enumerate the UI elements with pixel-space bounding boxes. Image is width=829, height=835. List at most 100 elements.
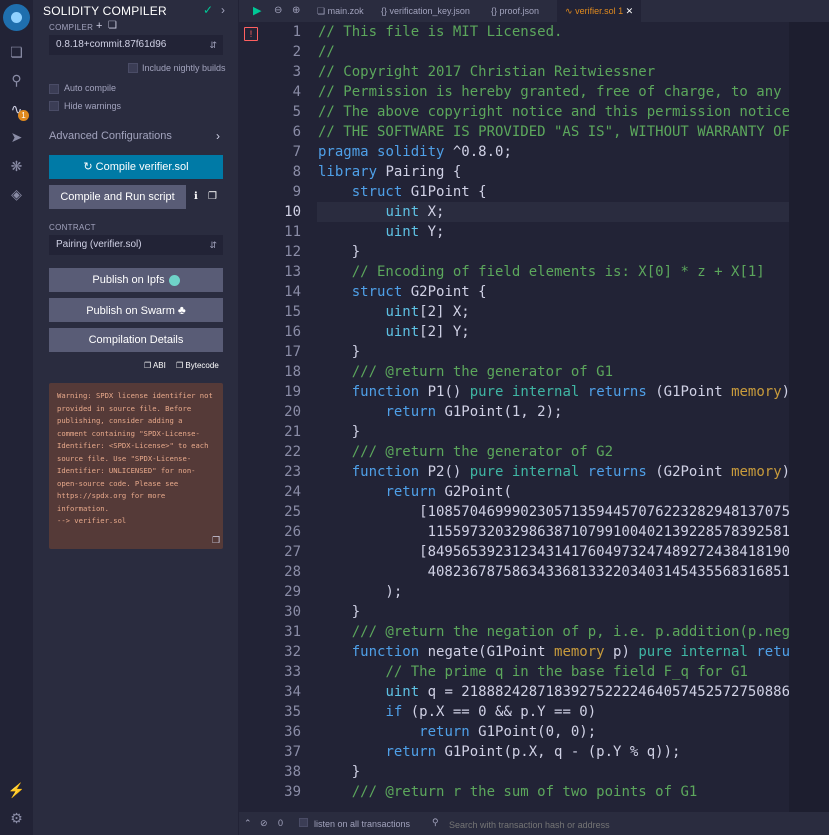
publish-ipfs-button[interactable]: Publish on Ipfs — [49, 268, 223, 292]
code-line[interactable]: 5 // The above copyright notice and this … — [239, 102, 789, 122]
compiler-version-value: 0.8.18+commit.87f61d96 — [56, 39, 167, 50]
plugin-icon[interactable]: ◈ — [0, 184, 33, 204]
code-line[interactable]: 3 // Copyright 2017 Christian Reitwiessne… — [239, 62, 789, 82]
run-icon[interactable]: ▶ — [253, 0, 261, 22]
abi-copy-button[interactable]: ❐ ABI — [144, 361, 166, 370]
code-line[interactable]: 13 // Encoding of field elements is: X[0… — [239, 262, 789, 282]
code-line[interactable]: 39 /// @return r the sum of two points o… — [239, 782, 789, 802]
remix-logo[interactable] — [3, 4, 30, 31]
hide-warnings-label: Hide warnings — [64, 101, 122, 111]
plugin-manager-icon[interactable]: ⚡ — [0, 780, 33, 800]
code-line[interactable]: 27 [849565392312343141760497324748927243… — [239, 542, 789, 562]
code-line[interactable]: 24 return G2Point( — [239, 482, 789, 502]
copy-icon[interactable]: ❐ — [212, 535, 220, 546]
select-arrows-icon: ⇵ — [209, 240, 217, 250]
code-line[interactable]: 28 4082367875863433681332203403145435568… — [239, 562, 789, 582]
code-line[interactable]: 15 uint[2] X; — [239, 302, 789, 322]
tab-proof[interactable]: {} proof.json — [485, 0, 545, 22]
code-line[interactable]: 11 uint Y; — [239, 222, 789, 242]
auto-compile-checkbox[interactable] — [49, 84, 59, 94]
listen-checkbox[interactable] — [299, 818, 308, 827]
bytecode-copy-button[interactable]: ❐ Bytecode — [176, 361, 219, 370]
code-line[interactable]: 37 return G1Point(p.X, q - (p.Y % q)); — [239, 742, 789, 762]
code-text: if (p.X == 0 && p.Y == 0) — [385, 704, 597, 720]
code-line[interactable]: 19 function P1() pure internal returns (… — [239, 382, 789, 402]
add-compiler-icon[interactable]: + — [96, 20, 103, 32]
code-text: return G1Point(p.X, q - (p.Y % q)); — [385, 744, 681, 760]
advanced-configurations-toggle[interactable]: Advanced Configurations — [49, 130, 172, 142]
contract-value: Pairing (verifier.sol) — [56, 239, 142, 250]
file-explorer-icon[interactable]: ❏ — [0, 42, 33, 62]
code-line[interactable]: 14 struct G2Point { — [239, 282, 789, 302]
code-text: struct G2Point { — [351, 284, 487, 300]
code-line[interactable]: 29 ); — [239, 582, 789, 602]
code-text: ); — [318, 584, 403, 600]
swarm-icon: ♣ — [177, 303, 186, 317]
code-line[interactable]: 33 // The prime q in the base field F_q … — [239, 662, 789, 682]
zoom-out-icon[interactable]: ⊖ — [274, 0, 282, 22]
code-line[interactable]: 20 return G1Point(1, 2); — [239, 402, 789, 422]
line-number: 17 — [284, 344, 301, 360]
close-icon[interactable]: ✕ — [626, 6, 634, 16]
code-line[interactable]: 38 } — [239, 762, 789, 782]
chevron-right-icon[interactable]: › — [216, 129, 220, 143]
code-line[interactable]: 12 } — [239, 242, 789, 262]
code-line[interactable]: 32 function negate(G1Point memory p) pur… — [239, 642, 789, 662]
code-line[interactable]: 9 struct G1Point { — [239, 182, 789, 202]
code-line[interactable]: 34 uint q = 2188824287183927522224640574… — [239, 682, 789, 702]
line-number: 10 — [284, 204, 301, 220]
code-line[interactable]: 26 1155973203298638710799100402139228578… — [239, 522, 789, 542]
code-line[interactable]: 4 // Permission is hereby granted, free o… — [239, 82, 789, 102]
clear-icon[interactable]: ⊘ — [260, 818, 268, 829]
chevron-up-icon[interactable]: ⌃ — [244, 818, 252, 829]
code-line[interactable]: 25 [108570469990230571359445707622328294… — [239, 502, 789, 522]
code-line[interactable]: 8 library Pairing { — [239, 162, 789, 182]
copy-icon[interactable]: ❐ — [208, 191, 217, 202]
code-line[interactable]: 6 // THE SOFTWARE IS PROVIDED "AS IS", WI… — [239, 122, 789, 142]
code-line[interactable]: 18 /// @return the generator of G1 — [239, 362, 789, 382]
tab-main-zok[interactable]: ❏ main.zok — [311, 0, 370, 22]
settings-icon[interactable]: ⚙ — [0, 808, 33, 828]
code-line[interactable]: 31 /// @return the negation of p, i.e. p… — [239, 622, 789, 642]
check-icon: ✓ — [203, 3, 214, 17]
code-line[interactable]: 16 uint[2] Y; — [239, 322, 789, 342]
code-line[interactable]: 17 } — [239, 342, 789, 362]
debugger-icon[interactable]: ❋ — [0, 156, 33, 176]
code-line[interactable]: 10 uint X; — [239, 202, 789, 222]
tab-label: main.zok — [327, 6, 364, 16]
transaction-search-input[interactable] — [447, 815, 631, 834]
code-line[interactable]: 23 function P2() pure internal returns (… — [239, 462, 789, 482]
code-text: return G2Point( — [385, 484, 512, 500]
file-icon[interactable]: ❏ — [108, 20, 117, 31]
code-line[interactable]: 36 return G1Point(0, 0); — [239, 722, 789, 742]
line-number: 28 — [284, 564, 301, 580]
contract-select[interactable]: Pairing (verifier.sol) ⇵ — [49, 235, 223, 255]
code-editor[interactable]: 1 // This file is MIT Licensed. 2 // 3 // Cop… — [239, 22, 789, 812]
code-line[interactable]: 1 // This file is MIT Licensed. — [239, 22, 789, 42]
compile-and-run-button[interactable]: Compile and Run script — [49, 185, 186, 209]
zoom-in-icon[interactable]: ⊕ — [292, 0, 300, 22]
code-text: } — [318, 764, 361, 780]
info-icon[interactable]: ℹ — [194, 191, 198, 202]
publish-swarm-button[interactable]: Publish on Swarm ♣ — [49, 298, 223, 322]
compilation-details-button[interactable]: Compilation Details — [49, 328, 223, 352]
code-line[interactable]: 35 if (p.X == 0 && p.Y == 0) — [239, 702, 789, 722]
hide-warnings-checkbox[interactable] — [49, 101, 59, 111]
code-line[interactable]: 22 /// @return the generator of G2 — [239, 442, 789, 462]
tab-verifier-sol[interactable]: ∿ verifier.sol 1 ✕ — [557, 0, 642, 22]
minimap[interactable] — [789, 22, 829, 812]
code-line[interactable]: 30 } — [239, 602, 789, 622]
include-nightly-checkbox[interactable] — [128, 63, 138, 73]
line-number: 27 — [284, 544, 301, 560]
line-number: 38 — [284, 764, 301, 780]
code-line[interactable]: 2 // — [239, 42, 789, 62]
chevron-right-icon[interactable]: › — [221, 3, 225, 17]
code-line[interactable]: 21 } — [239, 422, 789, 442]
line-number: 36 — [284, 724, 301, 740]
code-line[interactable]: 7 pragma solidity ^0.8.0; — [239, 142, 789, 162]
deploy-icon[interactable]: ➤ — [0, 127, 33, 147]
compile-button[interactable]: ↻ Compile verifier.sol — [49, 155, 223, 179]
search-icon[interactable]: ⚲ — [0, 70, 33, 90]
compiler-version-select[interactable]: 0.8.18+commit.87f61d96 ⇵ — [49, 35, 223, 55]
tab-verification-key[interactable]: {} verification_key.json — [375, 0, 476, 22]
